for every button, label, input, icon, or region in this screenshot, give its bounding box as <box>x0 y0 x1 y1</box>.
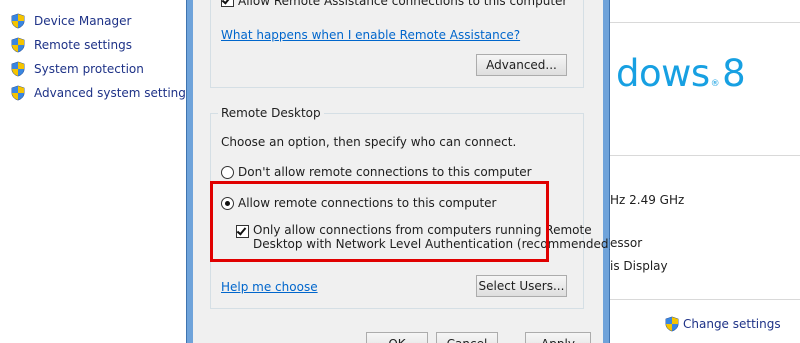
dont-allow-remote-radio[interactable] <box>221 166 234 179</box>
shield-icon <box>10 37 26 53</box>
dont-allow-remote-label: Don't allow remote connections to this c… <box>238 165 532 179</box>
shield-icon <box>10 61 26 77</box>
remote-settings-label: Remote settings <box>34 38 132 52</box>
system-protection-link[interactable]: System protection <box>10 60 144 78</box>
windows-logo-text: dows <box>616 52 710 95</box>
ok-button[interactable]: OK <box>366 332 428 343</box>
processor-value: Hz 2.49 GHz <box>610 193 685 207</box>
windows-logo-reg: ® <box>710 79 720 89</box>
remote-desktop-group-title: Remote Desktop <box>218 106 324 120</box>
divider <box>610 22 800 23</box>
task-pane: Device Manager Remote settings System pr… <box>0 0 192 343</box>
remote-assistance-help-link[interactable]: What happens when I enable Remote Assist… <box>221 28 520 42</box>
divider <box>610 155 800 156</box>
allow-remote-assistance-label: Allow Remote Assistance connections to t… <box>238 0 568 8</box>
device-manager-label: Device Manager <box>34 14 132 28</box>
device-manager-link[interactable]: Device Manager <box>10 12 131 30</box>
remote-desktop-instruction: Choose an option, then specify who can c… <box>221 135 517 149</box>
advanced-system-settings-label: Advanced system settings <box>34 86 193 100</box>
system-protection-label: System protection <box>34 62 144 76</box>
window-border-left <box>186 0 187 343</box>
windows-logo: dows®8 <box>616 48 746 100</box>
allow-remote-assistance-checkbox[interactable] <box>221 0 234 7</box>
system-info-pane: dows®8 Hz 2.49 GHz essor is Display Chan… <box>610 0 800 343</box>
apply-button[interactable]: Apply <box>525 332 591 343</box>
system-type-value: essor <box>610 236 643 250</box>
change-settings-label: Change settings <box>683 317 781 331</box>
shield-icon <box>664 316 680 332</box>
advanced-button[interactable]: Advanced... <box>476 54 567 76</box>
remote-settings-link[interactable]: Remote settings <box>10 36 132 54</box>
advanced-system-settings-link[interactable]: Advanced system settings <box>10 84 192 102</box>
change-settings-link[interactable]: Change settings <box>664 315 781 333</box>
red-highlight-annotation <box>210 181 549 262</box>
shield-icon <box>10 85 26 101</box>
select-users-button[interactable]: Select Users... <box>476 275 567 297</box>
help-me-choose-link[interactable]: Help me choose <box>221 280 318 294</box>
shield-icon <box>10 13 26 29</box>
pen-touch-value: is Display <box>610 259 668 273</box>
cancel-button[interactable]: Cancel <box>436 332 498 343</box>
divider <box>610 299 800 300</box>
windows-logo-version: 8 <box>722 52 746 95</box>
